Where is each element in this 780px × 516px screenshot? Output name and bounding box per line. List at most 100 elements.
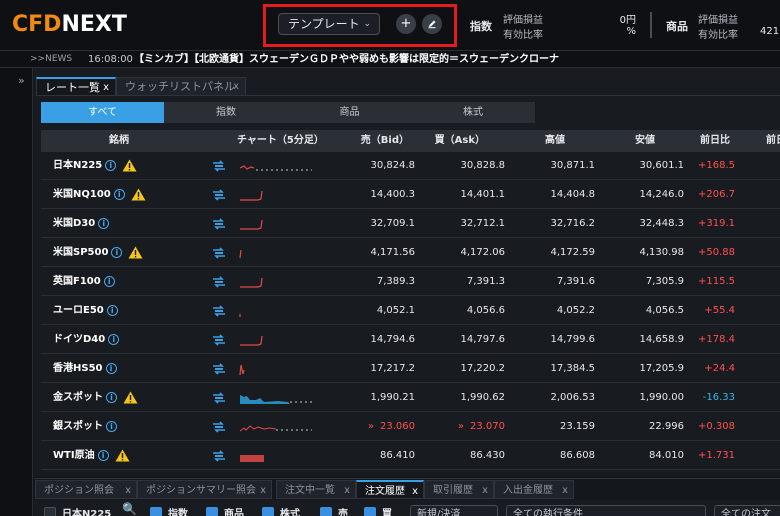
sparkline-chart[interactable] [238, 417, 314, 437]
symbol-name[interactable]: 米国SP500 i [53, 239, 143, 267]
ask-price[interactable]: 7,391.3 [429, 268, 505, 296]
sparkline-chart[interactable] [238, 446, 314, 466]
info-icon[interactable]: i [97, 449, 109, 461]
compare-icon[interactable] [212, 450, 226, 462]
tab-order-history[interactable]: 注文履歴 x [356, 480, 424, 499]
tab-position-inquiry[interactable]: ポジション照会 x [35, 480, 137, 499]
order-select[interactable]: 全ての注文 [714, 505, 780, 516]
info-icon[interactable]: i [103, 275, 115, 287]
warning-icon[interactable] [115, 449, 130, 462]
tab-rate-list[interactable]: レート一覧 x [36, 77, 116, 95]
bid-price[interactable]: 7,389.3 [341, 268, 415, 296]
sparkline-chart[interactable] [238, 301, 314, 321]
close-icon[interactable]: x [233, 78, 239, 96]
ask-price[interactable]: 32,712.1 [429, 210, 505, 238]
bid-price[interactable]: 1,990.21 [341, 384, 415, 412]
compare-icon[interactable] [212, 218, 226, 230]
template-select[interactable]: テンプレート ⌄ [278, 13, 380, 35]
news-headline[interactable]: 【ミンカブ】【北欧通貨】スウェーデンＧＤＰやや弱めも影響は限定的＝スウェーデンク… [134, 51, 559, 67]
search-icon[interactable]: 🔍 [122, 502, 137, 516]
compare-icon[interactable] [212, 276, 226, 288]
sparkline-chart[interactable] [238, 359, 314, 379]
edit-template-button[interactable] [422, 14, 442, 34]
table-row[interactable]: 香港HS50 i 17,217.2 17,220.2 17,384.5 17,20… [41, 355, 780, 383]
bid-price[interactable]: 17,217.2 [341, 355, 415, 383]
table-row[interactable]: 米国SP500 i 4,171.56 4,172.06 4,172.59 4,13… [41, 239, 780, 267]
table-row[interactable]: 米国D30 i 32,709.1 32,712.1 32,716.2 32,448… [41, 210, 780, 238]
bid-price[interactable]: 4,052.1 [341, 297, 415, 325]
filter-commodity[interactable]: 商品 [288, 102, 411, 123]
compare-icon[interactable] [212, 160, 226, 172]
table-row[interactable]: 米国NQ100 i 14,400.3 14,401.1 14,404.8 14,2… [41, 181, 780, 209]
close-icon[interactable]: x [260, 481, 266, 500]
sparkline-chart[interactable] [238, 330, 314, 350]
info-icon[interactable]: i [98, 217, 110, 229]
compare-icon[interactable] [212, 247, 226, 259]
col-bid[interactable]: 売（Bid） [341, 130, 409, 152]
close-icon[interactable]: x [482, 481, 488, 500]
sparkline-chart[interactable] [238, 214, 314, 234]
ask-price[interactable]: 14,401.1 [429, 181, 505, 209]
warning-icon[interactable] [123, 391, 138, 404]
tab-trade-history[interactable]: 取引履歴 x [424, 480, 494, 499]
filter-stock[interactable]: 株式 [411, 102, 535, 123]
tab-watchlist[interactable]: ウォッチリストパネル x [116, 77, 246, 95]
close-icon[interactable]: x [562, 481, 568, 500]
tab-position-summary[interactable]: ポジションサマリー照会 x [137, 480, 272, 499]
expand-sidebar-icon[interactable]: » [18, 74, 25, 87]
symbol-name[interactable]: 香港HS50 i [53, 355, 117, 383]
close-icon[interactable]: x [344, 481, 350, 500]
warning-icon[interactable] [128, 246, 143, 259]
check-index[interactable] [150, 507, 162, 516]
bid-price[interactable]: 4,171.56 [341, 239, 415, 267]
check-stock[interactable] [262, 507, 274, 516]
bid-price[interactable]: 86.410 [341, 442, 415, 470]
compare-icon[interactable] [212, 363, 226, 375]
bid-price[interactable]: 14,400.3 [341, 181, 415, 209]
info-icon[interactable]: i [106, 391, 117, 403]
table-row[interactable]: 日本N225 i 30,824.8 30,828.8 30,871.1 30,60… [41, 152, 780, 180]
ask-price[interactable]: 30,828.8 [429, 152, 505, 180]
symbol-name[interactable]: ドイツD40 i [53, 326, 120, 354]
info-icon[interactable]: i [106, 420, 117, 432]
bid-price[interactable]: 30,824.8 [341, 152, 415, 180]
warning-icon[interactable] [131, 188, 146, 201]
compare-icon[interactable] [212, 305, 226, 317]
bid-price[interactable]: 32,709.1 [341, 210, 415, 238]
check-commodity[interactable] [206, 507, 218, 516]
ask-price[interactable]: 4,172.06 [429, 239, 505, 267]
bid-price[interactable]: 14,794.6 [341, 326, 415, 354]
ask-price[interactable]: 23.070 [429, 413, 505, 441]
info-icon[interactable]: i [111, 246, 123, 258]
compare-icon[interactable] [212, 189, 226, 201]
col-low[interactable]: 安値 [635, 130, 655, 152]
check-buy[interactable] [364, 507, 376, 516]
news-ticker[interactable]: >>NEWS 16:08:00 【ミンカブ】【北欧通貨】スウェーデンＧＤＰやや弱… [0, 51, 780, 68]
table-row[interactable]: 英国F100 i 7,389.3 7,391.3 7,391.6 7,305.9 … [41, 268, 780, 296]
ask-price[interactable]: 1,990.62 [429, 384, 505, 412]
compare-icon[interactable] [212, 392, 226, 404]
symbol-name[interactable]: 金スポット i [53, 384, 138, 412]
filter-index[interactable]: 指数 [164, 102, 288, 123]
col-change[interactable]: 前日比 [700, 130, 730, 152]
table-row[interactable]: ユーロE50 i 4,052.1 4,056.6 4,052.2 4,056.5 … [41, 297, 780, 325]
table-row[interactable]: 金スポット i 1,990.21 1,990.62 2,006.53 1,990.… [41, 384, 780, 412]
close-icon[interactable]: x [412, 482, 418, 501]
info-icon[interactable]: i [113, 188, 125, 200]
col-name[interactable]: 銘柄 [109, 130, 129, 152]
info-icon[interactable]: i [106, 304, 118, 316]
table-row[interactable]: WTI原油 i 86.410 86.430 86.608 84.010 +1.73… [41, 442, 780, 470]
type-select[interactable]: 新規/決済 [410, 505, 498, 516]
sparkline-chart[interactable] [238, 185, 314, 205]
compare-icon[interactable] [212, 334, 226, 346]
table-row[interactable]: ドイツD40 i 14,794.6 14,797.6 14,799.6 14,65… [41, 326, 780, 354]
sparkline-chart[interactable] [238, 388, 314, 408]
filter-all[interactable]: すべて [41, 102, 164, 123]
tab-active-orders[interactable]: 注文中一覧 x [276, 480, 356, 499]
tab-deposit-history[interactable]: 入出金履歴 x [494, 480, 574, 499]
check-sell[interactable] [320, 507, 332, 516]
symbol-checkbox[interactable] [44, 507, 56, 516]
ask-price[interactable]: 14,797.6 [429, 326, 505, 354]
sparkline-chart[interactable] [238, 156, 314, 176]
symbol-name[interactable]: ユーロE50 i [53, 297, 118, 325]
